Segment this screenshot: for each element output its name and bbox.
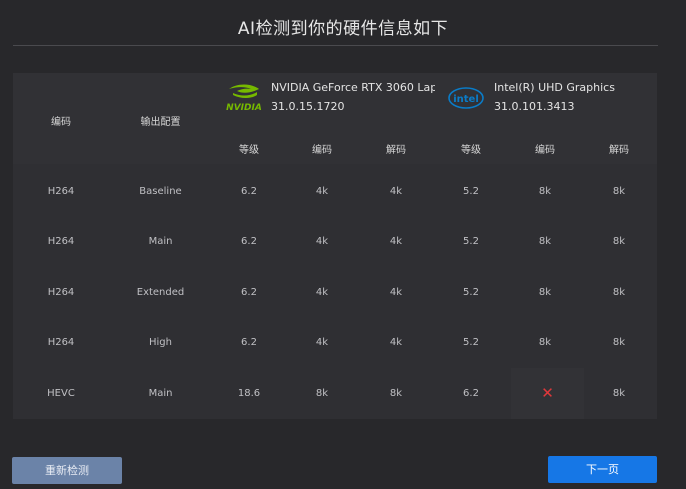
gpu-1-subheader-encode: 编码 — [312, 145, 332, 156]
intel-logo-text: intel — [453, 94, 479, 105]
cell-profile: Extended — [136, 287, 185, 298]
cell-gpu1-level: 6.2 — [241, 287, 257, 298]
cell-gpu1-decode: 4k — [389, 236, 403, 247]
gpu-1-subheader-decode: 解码 — [386, 145, 406, 156]
cell-codec: H264 — [47, 236, 75, 247]
cell-codec: H264 — [47, 186, 75, 197]
cell-gpu2-encode-unsupported: ✕ — [511, 368, 584, 419]
cell-gpu1-encode: 8k — [315, 388, 329, 399]
cell-gpu2-encode: 8k — [538, 337, 552, 348]
table-row: H264 Baseline 6.2 4k 4k 5.2 8k 8k — [13, 166, 657, 217]
cell-gpu1-encode: 4k — [315, 287, 329, 298]
title-divider — [13, 45, 658, 46]
recheck-button[interactable]: 重新检测 — [12, 457, 122, 484]
gpu-2-subheader-level: 等级 — [461, 145, 481, 156]
cell-gpu1-encode: 4k — [315, 236, 329, 247]
cell-gpu2-level: 5.2 — [463, 236, 479, 247]
cell-gpu1-level: 6.2 — [241, 236, 257, 247]
nvidia-logo-text: NVIDIA — [226, 103, 262, 113]
gpu-1-info: NVIDIA GeForce RTX 3060 Laptop 31.0.15.1… — [271, 81, 435, 121]
cell-gpu1-level: 18.6 — [237, 388, 261, 399]
cell-profile: High — [149, 337, 172, 348]
gpu-2-name: Intel(R) UHD Graphics — [494, 81, 615, 94]
cell-profile: Baseline — [139, 186, 182, 197]
cell-profile: Main — [148, 236, 173, 247]
header-codec: 编码 — [51, 117, 71, 128]
cell-codec: HEVC — [47, 388, 75, 399]
next-page-button[interactable]: 下一页 — [548, 456, 657, 483]
cell-gpu1-encode: 4k — [315, 337, 329, 348]
cell-codec: H264 — [47, 287, 75, 298]
nvidia-logo-icon: NVIDIA — [223, 83, 265, 117]
gpu-2-subheader-decode: 解码 — [609, 145, 629, 156]
cell-profile: Main — [148, 388, 173, 399]
cell-gpu2-encode: 8k — [538, 287, 552, 298]
cell-gpu1-level: 6.2 — [241, 186, 257, 197]
cell-gpu2-decode: 8k — [612, 388, 626, 399]
cell-gpu2-level: 6.2 — [463, 388, 479, 399]
gpu-2-info: Intel(R) UHD Graphics 31.0.101.3413 — [494, 81, 654, 121]
cell-gpu1-decode: 8k — [389, 388, 403, 399]
table-row: H264 High 6.2 4k 4k 5.2 8k 8k — [13, 317, 657, 368]
header-output-profile: 输出配置 — [140, 117, 181, 128]
x-icon: ✕ — [541, 384, 554, 402]
gpu-1-name: NVIDIA GeForce RTX 3060 Laptop — [271, 81, 435, 94]
gpu-1-driver-version: 31.0.15.1720 — [271, 100, 345, 113]
gpu-2-driver-version: 31.0.101.3413 — [494, 100, 575, 113]
cell-gpu1-encode: 4k — [315, 186, 329, 197]
table-row: H264 Main 6.2 4k 4k 5.2 8k 8k — [13, 216, 657, 267]
cell-gpu2-decode: 8k — [612, 287, 626, 298]
hardware-table: 编码 输出配置 NVIDIA NVIDIA GeForce RTX 3060 L… — [13, 73, 657, 419]
cell-gpu1-decode: 4k — [389, 287, 403, 298]
cell-gpu2-encode: 8k — [538, 236, 552, 247]
cell-gpu1-decode: 4k — [389, 337, 403, 348]
cell-codec: H264 — [47, 337, 75, 348]
table-row: HEVC Main 18.6 8k 8k 6.2 ✕ 8k — [13, 368, 657, 419]
cell-gpu2-decode: 8k — [612, 186, 626, 197]
gpu-1-subheader-level: 等级 — [239, 145, 259, 156]
cell-gpu1-level: 6.2 — [241, 337, 257, 348]
dialog-title: AI检测到你的硬件信息如下 — [237, 19, 449, 39]
cell-gpu2-level: 5.2 — [463, 186, 479, 197]
cell-gpu2-decode: 8k — [612, 337, 626, 348]
cell-gpu2-level: 5.2 — [463, 287, 479, 298]
cell-gpu2-encode: 8k — [538, 186, 552, 197]
gpu-2-subheader-encode: 编码 — [535, 145, 555, 156]
table-header: 编码 输出配置 NVIDIA NVIDIA GeForce RTX 3060 L… — [13, 73, 657, 164]
intel-logo-icon: intel — [447, 85, 485, 115]
cell-gpu2-decode: 8k — [612, 236, 626, 247]
cell-gpu1-decode: 4k — [389, 186, 403, 197]
cell-gpu2-level: 5.2 — [463, 337, 479, 348]
table-row: H264 Extended 6.2 4k 4k 5.2 8k 8k — [13, 267, 657, 318]
